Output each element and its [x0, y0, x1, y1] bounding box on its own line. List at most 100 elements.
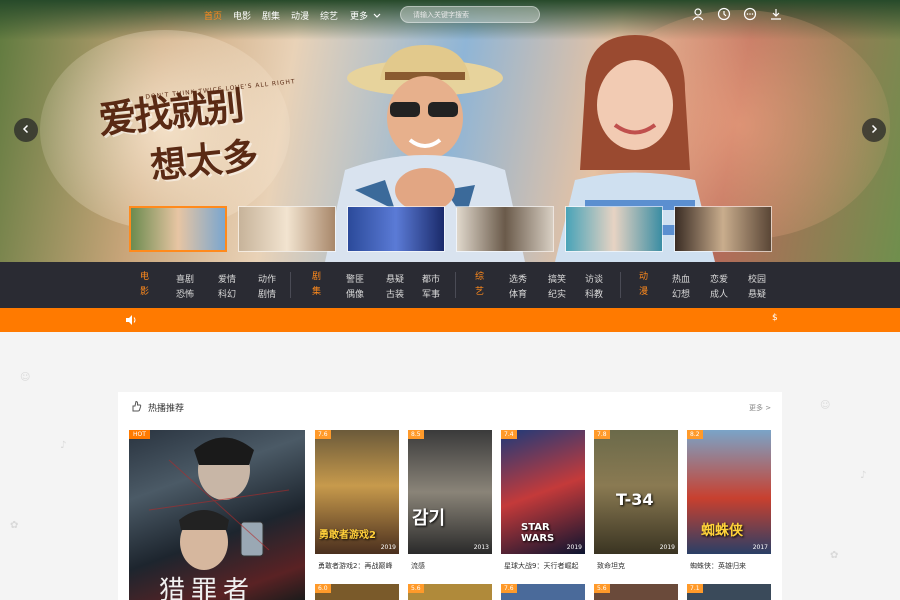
category-link[interactable]: 访谈	[585, 272, 603, 285]
message-icon[interactable]	[743, 7, 757, 21]
more-link[interactable]: 更多 >	[749, 403, 771, 413]
user-icon[interactable]	[691, 7, 705, 21]
chevron-down-icon	[373, 13, 381, 18]
carousel-thumb-3[interactable]	[347, 206, 445, 252]
category-link[interactable]: 科教	[585, 287, 603, 300]
category-link[interactable]: 成人	[710, 287, 728, 300]
category-head-movies[interactable]: 电影	[140, 270, 154, 300]
poster-row2[interactable]: 7.6	[501, 584, 585, 600]
nav-home[interactable]: 首页	[204, 9, 222, 22]
score-badge: 7.8	[594, 430, 610, 439]
category-link[interactable]: 悬疑	[748, 287, 766, 300]
score-badge: 6.0	[315, 584, 331, 593]
poster-year: 2019	[380, 544, 396, 551]
poster-art-text: 蜘蛛侠	[701, 523, 743, 539]
category-link[interactable]: 偶像	[346, 287, 364, 300]
poster-jumanji[interactable]: 7.6 勇敢者游戏2 2019	[315, 430, 399, 554]
search-placeholder: 请输入关键字搜索	[413, 11, 469, 19]
poster-row2[interactable]: 5.6	[594, 584, 678, 600]
category-link[interactable]: 古装	[386, 287, 404, 300]
score-badge: 5.6	[408, 584, 424, 593]
category-link[interactable]: 纪实	[548, 287, 566, 300]
category-link[interactable]: 动作	[258, 272, 276, 285]
poster-year: 2013	[473, 544, 489, 551]
poster-year: 2017	[752, 544, 768, 551]
category-link[interactable]: 喜剧	[176, 272, 194, 285]
poster-row2[interactable]: 7.1	[687, 584, 771, 600]
background-pattern: ✿	[830, 550, 839, 561]
poster-year: 2019	[566, 544, 582, 551]
poster-t34[interactable]: 7.8 T-34 2019	[594, 430, 678, 554]
carousel-next-button[interactable]	[862, 118, 886, 142]
category-head-series[interactable]: 剧集	[312, 270, 326, 300]
poster-the-flu[interactable]: 8.5 감기 2013	[408, 430, 492, 554]
poster-art-text: 勇敢者游戏2	[319, 530, 376, 541]
nav-variety[interactable]: 综艺	[320, 9, 338, 22]
notice-marquee: $	[772, 313, 778, 323]
background-pattern: ☺	[820, 400, 831, 411]
category-link[interactable]: 选秀	[509, 272, 527, 285]
nav-series[interactable]: 剧集	[262, 9, 280, 22]
poster-row2[interactable]: 6.0	[315, 584, 399, 600]
category-link[interactable]: 搞笑	[548, 272, 566, 285]
category-link[interactable]: 科幻	[218, 287, 236, 300]
featured-title: 猎罪者	[159, 576, 256, 600]
category-divider	[455, 272, 456, 298]
category-link[interactable]: 幻想	[672, 287, 690, 300]
nav-movies[interactable]: 电影	[233, 9, 251, 22]
nav-more-label: 更多	[350, 12, 369, 22]
category-link[interactable]: 都市	[422, 272, 440, 285]
category-link[interactable]: 爱情	[218, 272, 236, 285]
carousel-thumb-4[interactable]	[456, 206, 554, 252]
background-pattern: ☺	[20, 372, 31, 383]
download-icon[interactable]	[769, 7, 783, 21]
category-link[interactable]: 警匪	[346, 272, 364, 285]
chevron-left-icon	[22, 124, 29, 134]
category-link[interactable]: 校园	[748, 272, 766, 285]
carousel-prev-button[interactable]	[14, 118, 38, 142]
poster-caption[interactable]: 勇敢者游戏2：再战巅峰	[318, 561, 392, 571]
poster-caption[interactable]: 致命坦克	[597, 561, 625, 571]
nav-anime[interactable]: 动漫	[291, 9, 309, 22]
category-link[interactable]: 剧情	[258, 287, 276, 300]
thumbs-up-icon	[132, 400, 142, 412]
score-badge: 7.6	[315, 430, 331, 439]
poster-art-text: 감기	[412, 508, 446, 529]
category-link[interactable]: 恐怖	[176, 287, 194, 300]
category-bar: 电影 喜剧 爱情 动作 恐怖 科幻 剧情 剧集 警匪 悬疑 都市 偶像 古装 军…	[0, 262, 900, 308]
score-badge: 5.6	[594, 584, 610, 593]
poster-star-wars[interactable]: 7.4 STAR WARS 2019	[501, 430, 585, 554]
chevron-right-icon	[871, 124, 878, 134]
carousel-thumb-1[interactable]	[129, 206, 227, 252]
category-group-series: 剧集 警匪 悬疑 都市 偶像 古装 军事	[312, 270, 452, 300]
category-link[interactable]: 军事	[422, 287, 440, 300]
category-group-anime: 动漫 热血 恋爱 校园 幻想 成人 悬疑	[639, 270, 779, 300]
background-pattern: ♪	[860, 470, 867, 481]
category-link[interactable]: 热血	[672, 272, 690, 285]
score-badge: 7.1	[687, 584, 703, 593]
category-head-anime[interactable]: 动漫	[639, 270, 653, 300]
category-link[interactable]: 恋爱	[710, 272, 728, 285]
score-badge: 8.5	[408, 430, 424, 439]
carousel-thumb-5[interactable]	[565, 206, 663, 252]
nav-more[interactable]: 更多	[350, 9, 381, 22]
category-head-variety[interactable]: 综艺	[475, 270, 489, 300]
poster-row2[interactable]: 5.6	[408, 584, 492, 600]
featured-poster[interactable]: HOT 猎罪者	[129, 430, 305, 600]
score-badge: 7.6	[501, 584, 517, 593]
carousel-thumb-2[interactable]	[238, 206, 336, 252]
category-divider	[620, 272, 621, 298]
history-icon[interactable]	[717, 7, 731, 21]
category-link[interactable]: 体育	[509, 287, 527, 300]
poster-caption[interactable]: 流感	[411, 561, 425, 571]
top-navigation: 首页 电影 剧集 动漫 综艺 更多 请输入关键字搜索	[0, 0, 900, 30]
poster-spiderman[interactable]: 8.2 蜘蛛侠 2017	[687, 430, 771, 554]
poster-caption[interactable]: 星球大战9：天行者崛起	[504, 561, 578, 571]
background-pattern: ♪	[60, 440, 67, 451]
poster-art-text: T-34	[616, 490, 654, 509]
speaker-icon	[126, 315, 136, 325]
carousel-thumb-6[interactable]	[674, 206, 772, 252]
search-input[interactable]: 请输入关键字搜索	[400, 6, 540, 23]
category-link[interactable]: 悬疑	[386, 272, 404, 285]
poster-caption[interactable]: 蜘蛛侠：英雄归来	[690, 561, 746, 571]
